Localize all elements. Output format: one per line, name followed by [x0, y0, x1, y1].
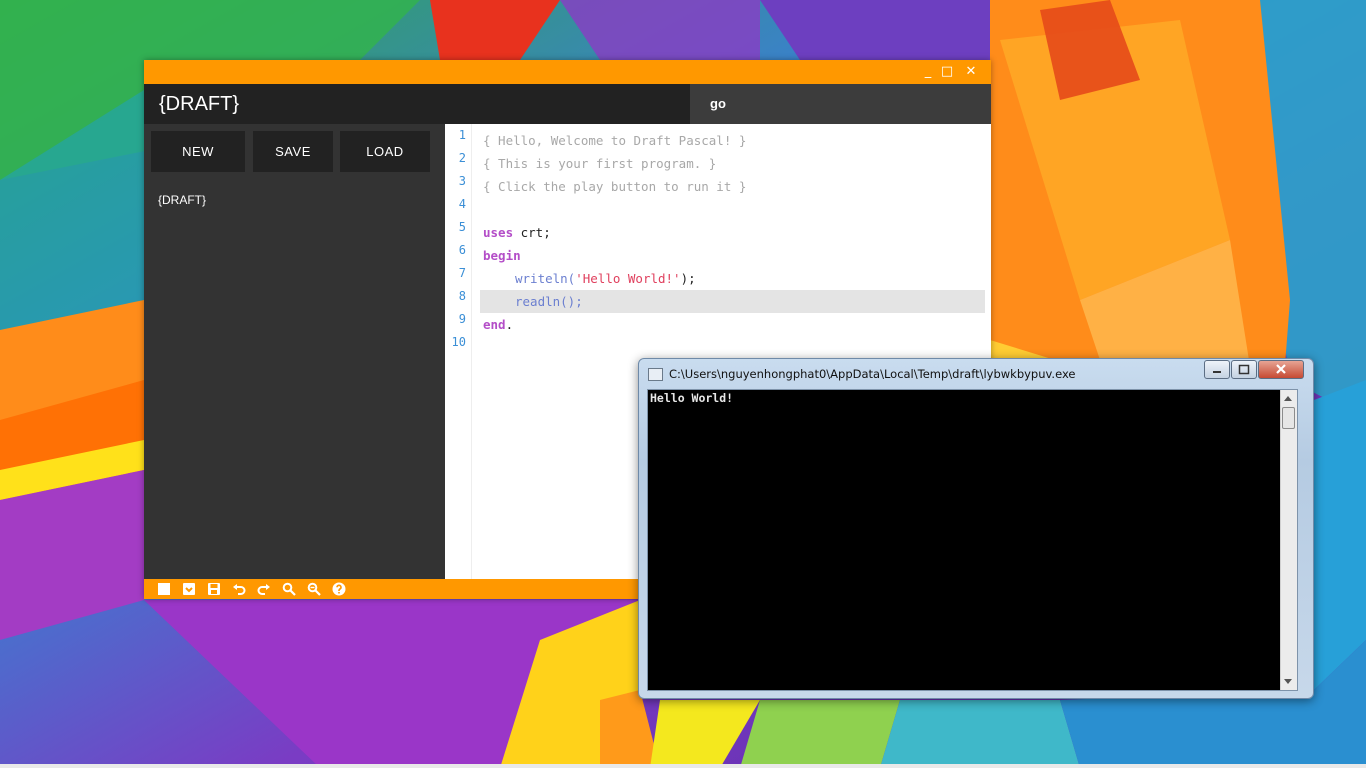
console-maximize-button[interactable] — [1231, 360, 1257, 379]
maximize-button[interactable]: □ — [938, 64, 956, 80]
line-number: 2 — [458, 151, 466, 165]
go-tab-label: go — [710, 96, 726, 111]
minimize-icon — [1213, 371, 1221, 373]
code-comment-line: { This is your first program. } — [483, 156, 717, 171]
console-window-title: C:\Users\nguyenhongphat0\AppData\Local\T… — [669, 367, 1076, 381]
app-header: {DRAFT} go — [144, 84, 991, 124]
line-number: 5 — [458, 220, 466, 234]
console-window: C:\Users\nguyenhongphat0\AppData\Local\T… — [638, 358, 1314, 699]
file-list-item[interactable]: {DRAFT} — [158, 193, 206, 207]
redo-icon[interactable] — [257, 582, 271, 596]
search-icon[interactable] — [282, 582, 296, 596]
line-number: 9 — [458, 312, 466, 326]
code-line-begin: begin — [483, 244, 521, 267]
code-line-writeln: writeln('Hello World!'); — [515, 267, 696, 290]
load-button[interactable]: LOAD — [340, 131, 430, 172]
line-number: 3 — [458, 174, 466, 188]
line-number: 4 — [458, 197, 466, 211]
console-scrollbar[interactable] — [1280, 390, 1297, 690]
console-output-text: Hello World! — [650, 391, 734, 405]
readln-call: readln(); — [515, 294, 583, 309]
save-button[interactable]: SAVE — [253, 131, 333, 172]
line-number: 1 — [458, 128, 466, 142]
line-number: 10 — [451, 335, 466, 349]
keyword-end: end — [483, 317, 506, 332]
undo-icon[interactable] — [232, 582, 246, 596]
window-titlebar[interactable]: _ □ ✕ — [144, 60, 991, 84]
code-line-uses: uses crt; — [483, 221, 551, 244]
console-output-area[interactable]: Hello World! — [647, 389, 1298, 691]
keyword-uses: uses — [483, 225, 514, 240]
new-button[interactable]: NEW — [151, 131, 245, 172]
code-comment-line: { Hello, Welcome to Draft Pascal! } — [483, 133, 747, 148]
line-number-gutter: 1 2 3 4 5 6 7 8 9 10 — [445, 124, 472, 579]
console-app-icon — [648, 368, 663, 381]
save-icon[interactable] — [207, 582, 221, 596]
sidebar: NEW SAVE LOAD {DRAFT} — [144, 124, 445, 579]
app-title: {DRAFT} — [159, 93, 240, 115]
end-dot: . — [505, 317, 514, 332]
line-number: 8 — [458, 289, 466, 303]
line-number: 7 — [458, 266, 466, 280]
help-icon[interactable] — [332, 582, 346, 596]
string-literal: 'Hello World!' — [575, 271, 681, 286]
uses-module: crt; — [513, 225, 551, 240]
close-icon — [1276, 364, 1286, 374]
scroll-up-arrow-icon[interactable] — [1284, 396, 1292, 401]
replace-icon[interactable] — [307, 582, 321, 596]
code-line-readln: readln(); — [515, 290, 583, 313]
console-close-button[interactable] — [1258, 360, 1304, 379]
close-button[interactable]: ✕ — [962, 64, 980, 80]
line-number: 6 — [458, 243, 466, 257]
code-comment-line: { Click the play button to run it } — [483, 179, 747, 194]
minimize-button[interactable]: _ — [919, 64, 937, 80]
scroll-down-arrow-icon[interactable] — [1284, 679, 1292, 684]
open-icon[interactable] — [182, 582, 196, 596]
taskbar-edge — [0, 764, 1366, 768]
writeln-call: writeln( — [515, 271, 576, 286]
writeln-close: ); — [680, 271, 696, 286]
keyword-begin: begin — [483, 248, 521, 263]
console-minimize-button[interactable] — [1204, 360, 1230, 379]
new-file-icon[interactable] — [157, 582, 171, 596]
code-line-end: end. — [483, 313, 513, 336]
go-tab[interactable]: go — [690, 84, 991, 124]
scrollbar-thumb[interactable] — [1282, 407, 1295, 429]
maximize-icon — [1238, 364, 1250, 375]
